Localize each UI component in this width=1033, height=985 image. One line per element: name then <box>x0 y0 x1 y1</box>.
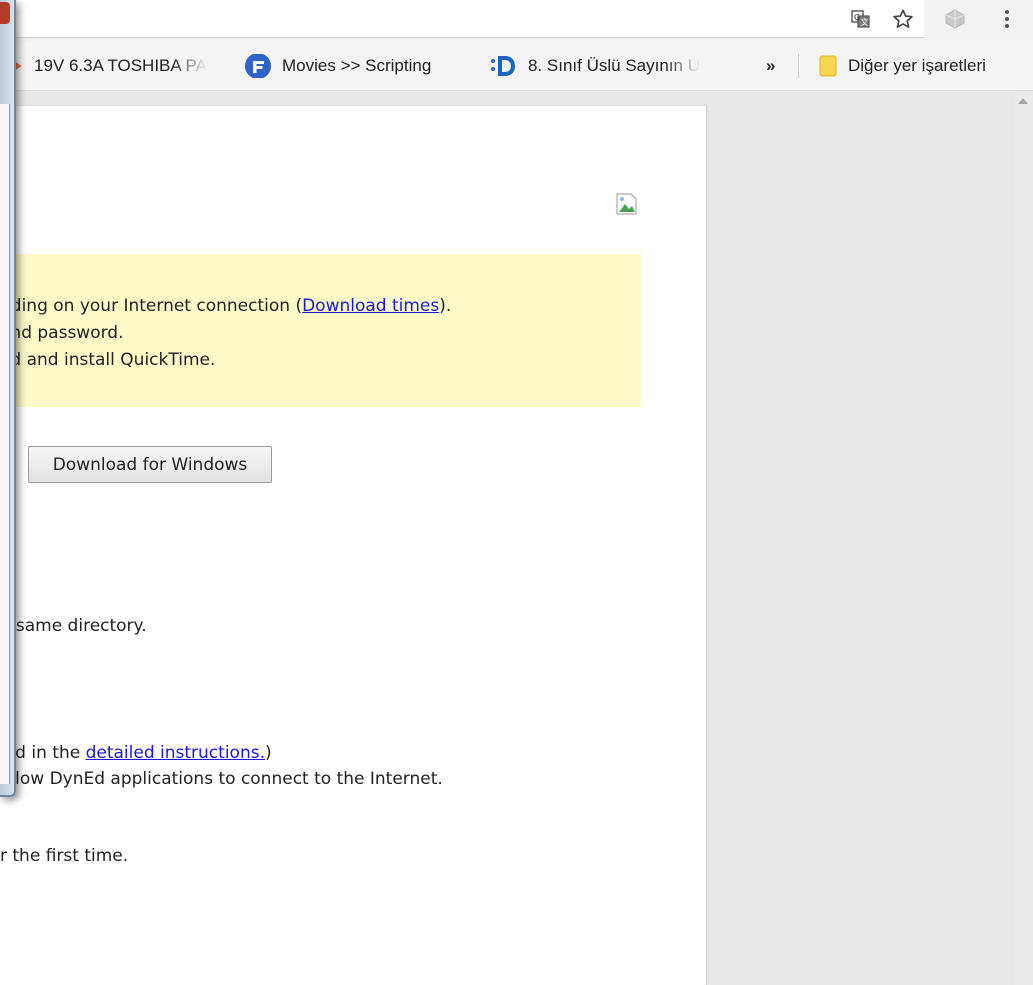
bookmarks-divider <box>798 54 799 78</box>
instructions-text: ied in the detailed instructions.) <box>0 743 272 763</box>
d-favicon <box>490 54 518 78</box>
menu-dots-icon[interactable] <box>994 6 1020 32</box>
overlapping-window-edge[interactable] <box>0 0 16 797</box>
bookmarks-bar: 19V 6.3A TOSHIBA PA Movies >> Scripting … <box>0 42 1033 91</box>
internet-access-text: allow DynEd applications to connect to t… <box>0 769 443 789</box>
scroll-up-arrow-icon[interactable] <box>1018 98 1028 104</box>
bookmark-label: Movies >> Scripting <box>282 56 432 75</box>
extension-icon[interactable] <box>942 6 968 32</box>
web-page: nding on your Internet connection (Downl… <box>0 106 706 985</box>
translate-icon[interactable]: G 文 <box>848 6 874 32</box>
window-content-edge <box>0 104 10 784</box>
bookmark-label: 8. Sınıf Üslü Sayının U <box>528 56 700 75</box>
folder-icon <box>818 54 838 78</box>
download-for-windows-button[interactable]: Download for Windows <box>28 446 272 483</box>
address-input[interactable] <box>14 6 838 32</box>
note-line-download-times: nding on your Internet connection (Downl… <box>0 296 452 316</box>
note-line-quicktime: ad and install QuickTime. <box>0 350 216 370</box>
first-time-text: r the first time. <box>0 846 129 866</box>
page-scrollbar[interactable] <box>1015 92 1033 985</box>
other-bookmarks-label: Diğer yer işaretleri <box>848 56 986 75</box>
other-bookmarks-folder[interactable]: Diğer yer işaretleri <box>818 54 1028 78</box>
browser-toolbar: G 文 <box>0 0 1033 42</box>
bookmark-sinif-uslu[interactable]: 8. Sınıf Üslü Sayının U <box>490 54 718 78</box>
detailed-instructions-link[interactable]: detailed instructions. <box>86 743 265 763</box>
bookmarks-overflow-button[interactable]: » <box>766 54 786 78</box>
bookmark-toshiba[interactable]: 19V 6.3A TOSHIBA PA <box>10 54 228 78</box>
download-times-link[interactable]: Download times <box>302 296 439 316</box>
bookmark-label: 19V 6.3A TOSHIBA PA <box>34 56 207 75</box>
movies-favicon <box>244 54 272 78</box>
svg-text:文: 文 <box>861 17 869 27</box>
bookmark-star-icon[interactable] <box>890 6 916 32</box>
window-close-button[interactable] <box>0 2 10 24</box>
bookmark-movies-scripting[interactable]: Movies >> Scripting <box>244 54 466 78</box>
svg-text:G: G <box>854 13 860 22</box>
address-bar[interactable]: G 文 <box>0 0 924 38</box>
note-line-password: and password. <box>0 323 124 343</box>
directory-text: e same directory. <box>0 616 147 636</box>
broken-image-icon <box>616 192 640 216</box>
